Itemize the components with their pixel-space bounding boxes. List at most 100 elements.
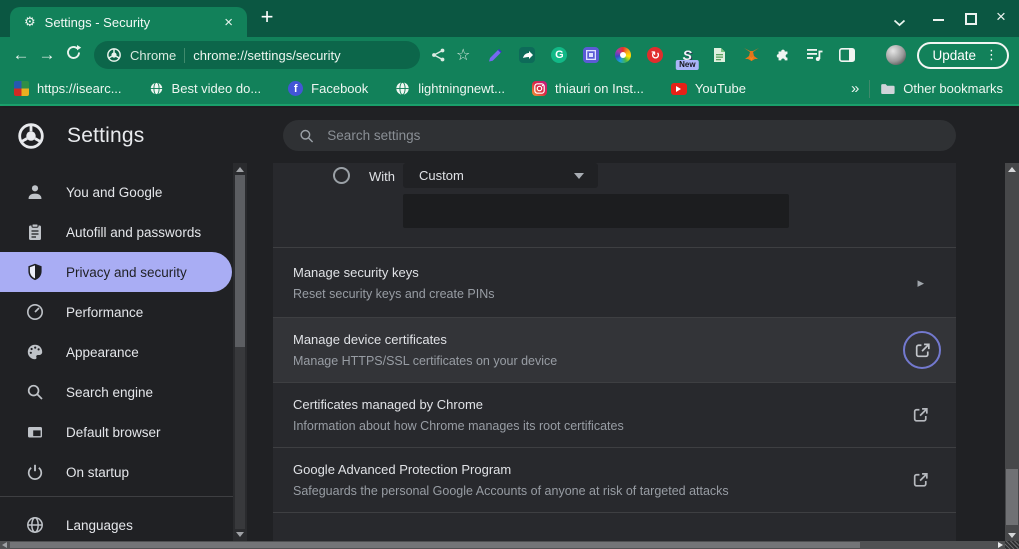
safe-browsing-custom-section: With Custom [273,163,956,248]
document-extension-icon[interactable] [710,46,728,64]
sidebar-scrollbar[interactable] [233,163,247,541]
grammarly-extension-icon[interactable]: G [550,46,568,64]
browser-toolbar: ← → Chrome chrome://settings/security ☆ [0,37,1019,73]
back-button[interactable]: ← [8,45,34,65]
scroll-right-arrow-icon[interactable] [998,542,1003,548]
s-logo-extension-icon[interactable]: S New [676,46,699,70]
radio-button[interactable] [333,167,350,184]
settings-header: Settings [0,108,1019,163]
page-vertical-scrollbar[interactable] [1005,163,1019,541]
vertical-scrollbar-thumb[interactable] [1006,469,1018,525]
tab-close-icon[interactable]: × [220,14,237,31]
instagram-favicon [532,81,547,96]
settings-search-input[interactable] [327,128,940,143]
with-label: With [369,169,395,184]
resize-grip[interactable] [1005,541,1019,549]
sidebar-item-default-browser[interactable]: Default browser [0,412,233,452]
sidebar-item-you-and-google[interactable]: You and Google [0,172,233,212]
scroll-up-arrow-icon[interactable] [1008,167,1016,172]
chrome-logo-icon [107,48,121,62]
clipboard-icon [25,222,45,242]
media-playlist-icon[interactable] [806,46,824,64]
sidebar-item-search-engine[interactable]: Search engine [0,372,233,412]
scroll-up-arrow-icon[interactable] [236,167,244,172]
tab-bar: ⚙ Settings - Security × + × [0,0,1019,37]
palette-icon [25,342,45,362]
focus-ring [903,331,941,369]
bookmark-star-icon[interactable]: ☆ [456,45,470,65]
bookmarks-bar: https://isearc... Best video do... f Fac… [0,73,1019,106]
window-close-button[interactable]: × [996,7,1006,27]
settings-gear-icon: ⚙ [24,14,36,29]
tab-settings-security[interactable]: ⚙ Settings - Security × [10,7,247,37]
bookmark-item[interactable]: f Facebook [288,81,368,96]
minimize-button[interactable] [933,19,944,21]
maximize-button[interactable] [965,13,977,25]
tab-search-chevron-icon[interactable] [893,14,906,32]
shield-icon [25,262,45,282]
facebook-favicon: f [288,81,304,96]
video-save-extension-icon[interactable] [518,46,536,64]
red-sync-extension-icon[interactable]: ↻ [646,46,664,64]
custom-value-input[interactable] [403,194,789,228]
sidebar-scrollbar-thumb[interactable] [235,175,245,347]
bookmark-item[interactable]: https://isearc... [14,81,122,96]
metamask-fox-extension-icon[interactable] [742,46,760,64]
settings-body: You and Google Autofill and passwords Pr… [0,163,1019,549]
bookmark-item[interactable]: lightningnewt... [395,81,505,96]
pen-tool-extension-icon[interactable] [486,46,504,64]
other-bookmarks-button[interactable]: Other bookmarks [880,81,1003,96]
sidebar-item-languages[interactable]: Languages [0,505,233,541]
share-icon[interactable] [430,47,446,63]
browser-window-icon [25,422,45,442]
horizontal-scrollbar-thumb[interactable] [10,542,860,548]
external-link-icon[interactable] [913,341,932,360]
browser-menu-kebab-icon[interactable]: ⋮ [985,47,998,63]
color-wheel-extension-icon[interactable] [614,46,632,64]
mosaic-favicon [14,81,29,96]
forward-button[interactable]: → [34,45,60,65]
address-bar[interactable]: Chrome chrome://settings/security [94,41,420,69]
scroll-left-arrow-icon[interactable] [2,542,7,548]
certificates-managed-by-chrome-row[interactable]: Certificates managed by Chrome Informati… [273,383,956,448]
bookmark-item[interactable]: Best video do... [149,81,261,96]
side-panel-icon[interactable] [838,46,856,64]
globe-favicon [396,81,409,96]
manage-security-keys-row[interactable]: Manage security keys Reset security keys… [273,248,956,318]
scroll-down-arrow-icon[interactable] [236,532,244,537]
scroll-down-arrow-icon[interactable] [1008,533,1016,538]
person-icon [25,182,45,202]
folder-icon [881,84,895,95]
sidebar-item-on-startup[interactable]: On startup [0,452,233,492]
browser-window: ⚙ Settings - Security × + × ← → Chrome c… [0,0,1019,549]
google-advanced-protection-row[interactable]: Google Advanced Protection Program Safeg… [273,448,956,513]
chrome-settings-logo-icon [17,122,45,150]
extensions-row: G ↻ S New [486,46,856,70]
settings-search[interactable] [283,120,956,151]
sidebar-item-appearance[interactable]: Appearance [0,332,233,372]
sidebar-item-performance[interactable]: Performance [0,292,233,332]
external-link-icon[interactable] [911,406,930,425]
bookmark-item[interactable]: YouTube [670,81,746,96]
bookmarks-overflow-chevron[interactable]: » [851,80,859,97]
new-tab-button[interactable]: + [254,4,280,30]
sidebar-item-privacy-security[interactable]: Privacy and security [0,252,232,292]
security-settings-card: With Custom Manage security keys Reset s… [273,163,956,541]
extensions-puzzle-icon[interactable] [774,46,792,64]
sidebar-item-autofill[interactable]: Autofill and passwords [0,212,233,252]
profile-avatar[interactable] [886,45,907,65]
dropdown-arrow-icon [574,172,584,179]
chevron-right-icon: ▸ [917,274,924,290]
tab-title: Settings - Security [44,14,151,30]
page-title: Settings [67,123,145,147]
update-button[interactable]: Update ⋮ [917,41,1009,69]
bookmark-item[interactable]: thiauri on Inst... [532,81,644,96]
manage-device-certificates-row[interactable]: Manage device certificates Manage HTTPS/… [273,318,956,383]
external-link-icon[interactable] [911,471,930,490]
bookmarks-divider [869,79,871,98]
custom-dropdown[interactable]: Custom [403,163,598,188]
reload-button[interactable] [60,44,86,66]
page-horizontal-scrollbar[interactable] [0,541,1005,549]
new-badge: New [676,60,699,70]
photo-frame-extension-icon[interactable] [582,46,600,64]
